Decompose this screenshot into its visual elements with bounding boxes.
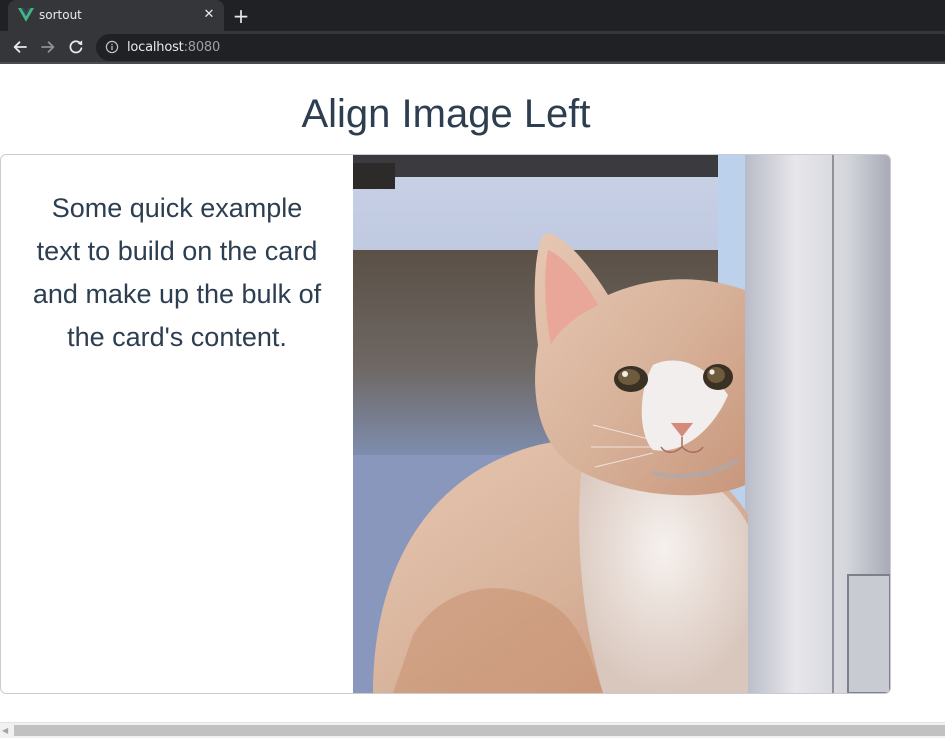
page-viewport: Align Image Left Some quick example text… <box>0 64 945 738</box>
info-icon[interactable] <box>105 40 119 54</box>
scroll-left-arrow-icon[interactable]: ◀ <box>2 726 12 736</box>
url-host: localhost <box>127 40 184 55</box>
vue-logo-icon <box>18 7 34 23</box>
new-tab-button[interactable]: + <box>230 5 252 27</box>
browser-toolbar: localhost:8080 <box>0 31 945 64</box>
page-title: Align Image Left <box>301 92 591 136</box>
address-bar[interactable]: localhost:8080 <box>96 34 945 61</box>
url-text[interactable]: localhost:8080 <box>127 40 220 55</box>
card-text: Some quick example text to build on the … <box>32 193 322 352</box>
card: Some quick example text to build on the … <box>0 154 891 694</box>
horizontal-scrollbar[interactable]: ◀ <box>0 722 945 738</box>
back-arrow-icon[interactable] <box>8 35 32 59</box>
card-body: Some quick example text to build on the … <box>1 155 353 693</box>
close-tab-icon[interactable]: ✕ <box>200 6 218 24</box>
url-port: :8080 <box>183 40 221 55</box>
scrollbar-thumb[interactable] <box>14 725 945 736</box>
forward-arrow-icon[interactable] <box>36 35 60 59</box>
tab-strip: sortout ✕ + <box>0 0 945 31</box>
kitten-image <box>353 155 890 693</box>
reload-icon[interactable] <box>64 35 88 59</box>
tab-title: sortout <box>39 8 82 22</box>
browser-tab[interactable]: sortout ✕ <box>8 0 224 31</box>
